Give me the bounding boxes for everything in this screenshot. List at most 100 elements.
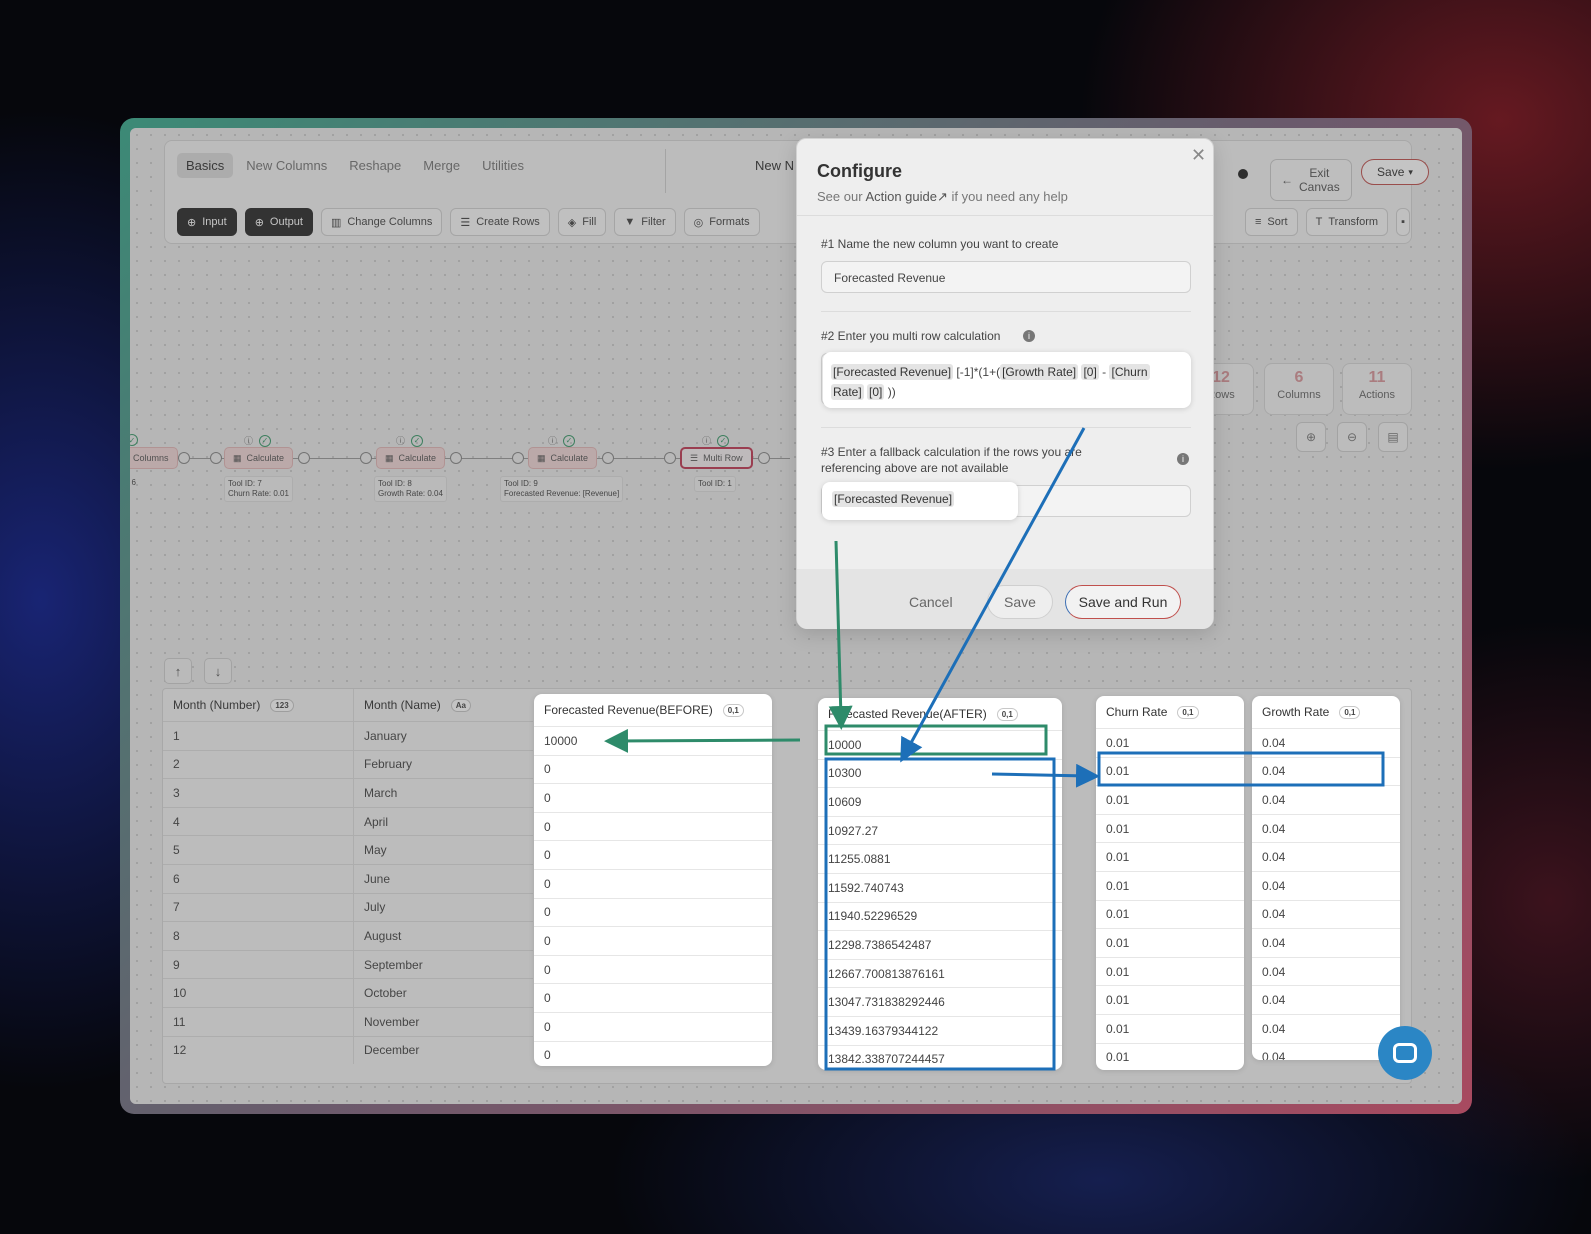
info-icon: ⓘ bbox=[244, 436, 254, 446]
info-icon[interactable]: i bbox=[1177, 453, 1189, 465]
scroll-up-button[interactable]: ↑ bbox=[164, 658, 192, 684]
table-cell: 0 bbox=[534, 1011, 772, 1041]
port[interactable] bbox=[758, 452, 770, 464]
cancel-button[interactable]: Cancel bbox=[909, 594, 953, 610]
table-cell: 12298.7386542487 bbox=[818, 930, 1062, 959]
table-cell: 0.04 bbox=[1252, 728, 1400, 757]
tab-utilities[interactable]: Utilities bbox=[473, 153, 533, 178]
tool-change-columns[interactable]: ▥ Change Columns bbox=[320, 208, 443, 236]
subtitle-suffix: if you need any help bbox=[947, 189, 1068, 204]
flow-node-columns[interactable]: Columns bbox=[130, 447, 178, 469]
subtitle-prefix: See our bbox=[817, 189, 866, 204]
column-header[interactable]: Forecasted Revenue(BEFORE) 0,1 bbox=[534, 694, 772, 726]
flow-node-id: Tool ID: 1 bbox=[698, 479, 732, 488]
save-button[interactable]: Save bbox=[987, 585, 1053, 619]
port[interactable] bbox=[178, 452, 190, 464]
check-icon: ✓ bbox=[130, 434, 138, 446]
formula-input[interactable]: [Forecasted Revenue] [-1]*(1+([Growth Ra… bbox=[823, 352, 1191, 408]
save-menu-button[interactable]: Save ▾ bbox=[1361, 159, 1429, 185]
column-header[interactable]: Growth Rate 0,1 bbox=[1252, 696, 1400, 728]
tab-reshape[interactable]: Reshape bbox=[340, 153, 410, 178]
calculator-icon: ▦ bbox=[537, 452, 546, 463]
column-header[interactable]: Month (Name) Aa bbox=[354, 689, 533, 721]
tool-filter-label: Filter bbox=[641, 216, 666, 228]
fallback-input[interactable]: [Forecasted Revenue] bbox=[822, 482, 1018, 520]
table-cell: 2 bbox=[163, 749, 353, 779]
tool-output[interactable]: ⊕ Output bbox=[244, 208, 313, 236]
exit-label-2: Canvas bbox=[1299, 180, 1340, 194]
scroll-down-button[interactable]: ↓ bbox=[204, 658, 232, 684]
flow-node-info: Tool ID: 7 Churn Rate: 0.01 bbox=[224, 476, 293, 502]
flow-node-detail: Churn Rate: 0.01 bbox=[228, 489, 289, 498]
flow-node-columns-label: Columns bbox=[133, 453, 169, 463]
q3-label-line1: #3 Enter a fallback calculation if the r… bbox=[821, 445, 1082, 459]
zoom-in-button[interactable]: ⊕ bbox=[1296, 422, 1326, 452]
tab-new-columns[interactable]: New Columns bbox=[237, 153, 336, 178]
table-cell: 11592.740743 bbox=[818, 872, 1062, 902]
port[interactable] bbox=[450, 452, 462, 464]
formula-chip: [Growth Rate] bbox=[1000, 364, 1079, 380]
port[interactable] bbox=[664, 452, 676, 464]
column-header-label: Forecasted Revenue(AFTER) bbox=[828, 707, 987, 721]
check-icon: ✓ bbox=[259, 434, 272, 447]
column-name-input[interactable]: Forecasted Revenue bbox=[821, 261, 1191, 293]
port[interactable] bbox=[298, 452, 310, 464]
port[interactable] bbox=[512, 452, 524, 464]
close-icon[interactable]: ✕ bbox=[1191, 145, 1206, 166]
tool-more[interactable]: ▪ bbox=[1396, 208, 1410, 236]
tool-create-rows[interactable]: ☰ Create Rows bbox=[450, 208, 550, 236]
tool-formats[interactable]: ◎ Formats bbox=[683, 208, 760, 236]
tool-filter[interactable]: ▼ Filter bbox=[614, 208, 676, 236]
column-forecast-after: Forecasted Revenue(AFTER) 0,1 10000 10300 10… bbox=[818, 698, 1062, 1070]
column-header[interactable]: Month (Number) 123 bbox=[163, 689, 353, 721]
port[interactable] bbox=[210, 452, 222, 464]
table-cell: 0.04 bbox=[1252, 899, 1400, 929]
table-cell: 0.01 bbox=[1096, 1042, 1244, 1070]
table-cell: 0.04 bbox=[1252, 956, 1400, 986]
flow-node-calculate-8[interactable]: ▦ Calculate bbox=[376, 447, 446, 469]
table-cell: 0 bbox=[534, 868, 772, 898]
exit-canvas-button[interactable]: ← Exit Canvas bbox=[1270, 159, 1352, 201]
tool-change-columns-label: Change Columns bbox=[347, 216, 433, 228]
grid-icon: ▪ bbox=[1401, 216, 1405, 228]
table-cell: March bbox=[354, 778, 533, 807]
flow-node-columns-info: : 6 bbox=[130, 478, 136, 487]
port[interactable] bbox=[602, 452, 614, 464]
map-button[interactable]: ▤ bbox=[1378, 422, 1408, 452]
tab-merge[interactable]: Merge bbox=[414, 153, 469, 178]
zoom-out-button[interactable]: ⊖ bbox=[1337, 422, 1367, 452]
table-cell: 10927.27 bbox=[818, 815, 1062, 845]
arrow-down-icon: ↓ bbox=[214, 663, 222, 679]
column-header-label: Forecasted Revenue(BEFORE) bbox=[544, 703, 713, 717]
info-icon[interactable]: i bbox=[1023, 330, 1035, 342]
column-header-label: Month (Number) bbox=[173, 698, 261, 712]
check-icon: ✓ bbox=[411, 434, 424, 447]
save-and-run-button[interactable]: Save and Run bbox=[1065, 585, 1181, 619]
stat-columns-label: Columns bbox=[1277, 389, 1321, 401]
flow-node-detail: Forecasted Revenue: [Revenue] bbox=[504, 489, 620, 498]
column-header[interactable]: Forecasted Revenue(AFTER) 0,1 bbox=[818, 698, 1062, 730]
tool-input[interactable]: ⊕ Input bbox=[177, 208, 237, 236]
tab-basics[interactable]: Basics bbox=[177, 153, 234, 178]
flow-node-info: Tool ID: 9 Forecasted Revenue: [Revenue] bbox=[500, 476, 624, 502]
stat-actions: 11 Actions bbox=[1342, 363, 1412, 415]
flow-node-calculate-9[interactable]: ▦ Calculate bbox=[528, 447, 598, 469]
tool-transform[interactable]: T Transform bbox=[1305, 208, 1389, 236]
tool-fill[interactable]: ◈ Fill bbox=[557, 208, 607, 236]
table-cell: 11 bbox=[163, 1006, 353, 1036]
column-type-badge: 0,1 bbox=[1177, 705, 1199, 719]
table-cell: 5 bbox=[163, 835, 353, 864]
tool-formats-label: Formats bbox=[709, 216, 750, 228]
help-icon[interactable] bbox=[1238, 169, 1248, 179]
port[interactable] bbox=[360, 452, 372, 464]
stat-actions-value: 11 bbox=[1368, 369, 1386, 386]
tool-sort[interactable]: ≡ Sort bbox=[1245, 208, 1298, 236]
column-header[interactable]: Churn Rate 0,1 bbox=[1096, 696, 1244, 728]
flow-node-multi-row[interactable]: ☰ Multi Row bbox=[680, 447, 753, 469]
flow-node-calculate-7[interactable]: ▦ Calculate bbox=[224, 447, 294, 469]
table-cell: 0.01 bbox=[1096, 813, 1244, 843]
action-guide-link[interactable]: Action guide↗ bbox=[865, 189, 947, 204]
transform-icon: T bbox=[1315, 216, 1323, 228]
chat-button[interactable] bbox=[1378, 1026, 1432, 1080]
table-cell: 0 bbox=[534, 811, 772, 841]
